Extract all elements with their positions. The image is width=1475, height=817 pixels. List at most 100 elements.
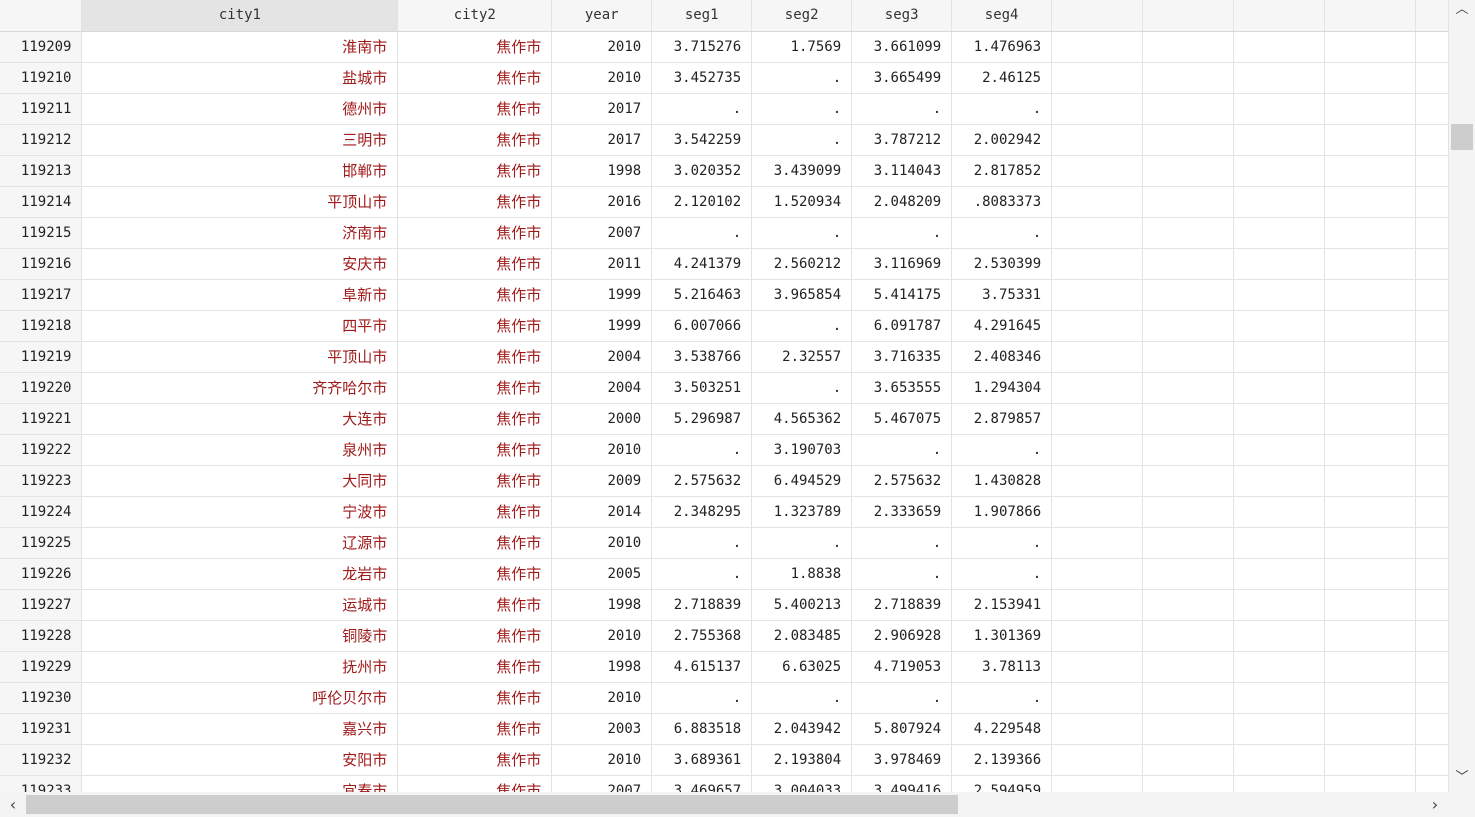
cell-empty[interactable] [1415, 341, 1449, 373]
cell-seg2[interactable]: 2.193804 [751, 744, 853, 776]
cell-city1[interactable]: 运城市 [81, 589, 399, 621]
cell-empty[interactable] [1051, 31, 1144, 63]
cell-city2[interactable]: 焦作市 [397, 682, 553, 714]
row-number[interactable]: 119231 [0, 713, 83, 745]
cell-empty[interactable] [1233, 279, 1325, 311]
cell-seg4[interactable]: 4.229548 [951, 713, 1053, 745]
cell-empty[interactable] [1233, 372, 1325, 404]
cell-year[interactable]: 1998 [551, 651, 653, 683]
row-number[interactable]: 119209 [0, 31, 83, 63]
cell-seg1[interactable]: 3.538766 [651, 341, 753, 373]
cell-empty[interactable] [1415, 682, 1449, 714]
row-number[interactable]: 119218 [0, 310, 83, 342]
cell-city1[interactable]: 大连市 [81, 403, 399, 435]
cell-seg1[interactable]: 3.689361 [651, 744, 753, 776]
cell-empty[interactable] [1324, 341, 1416, 373]
cell-empty[interactable] [1415, 620, 1449, 652]
cell-seg3[interactable]: 4.719053 [851, 651, 953, 683]
cell-city1[interactable]: 齐齐哈尔市 [81, 372, 399, 404]
cell-city2[interactable]: 焦作市 [397, 465, 553, 497]
cell-seg2[interactable]: 6.494529 [751, 465, 853, 497]
cell-seg3[interactable]: 3.116969 [851, 248, 953, 280]
cell-empty[interactable] [1415, 124, 1449, 156]
cell-seg2[interactable]: 3.004033 [751, 775, 853, 792]
cell-city1[interactable]: 呼伦贝尔市 [81, 682, 399, 714]
cell-seg1[interactable]: 4.615137 [651, 651, 753, 683]
cell-year[interactable]: 2005 [551, 558, 653, 590]
cell-seg4[interactable]: 3.75331 [951, 279, 1053, 311]
cell-city1[interactable]: 三明市 [81, 124, 399, 156]
horizontal-scroll-thumb[interactable] [26, 795, 958, 814]
cell-year[interactable]: 2011 [551, 248, 653, 280]
cell-seg2[interactable]: 2.083485 [751, 620, 853, 652]
column-header-empty[interactable] [1415, 0, 1449, 32]
row-number[interactable]: 119219 [0, 341, 83, 373]
cell-seg1[interactable]: 3.542259 [651, 124, 753, 156]
cell-city1[interactable]: 宜春市 [81, 775, 399, 792]
cell-empty[interactable] [1233, 527, 1325, 559]
table-row[interactable]: 119215 济南市 焦作市 2007.... [0, 217, 1449, 249]
cell-seg1[interactable]: 2.755368 [651, 620, 753, 652]
cell-empty[interactable] [1233, 124, 1325, 156]
cell-seg2[interactable]: 3.965854 [751, 279, 853, 311]
cell-city1[interactable]: 平顶山市 [81, 341, 399, 373]
table-row[interactable]: 119231 嘉兴市 焦作市 2003 6.883518 2.043942 5.807924… [0, 713, 1449, 745]
cell-empty[interactable] [1142, 620, 1234, 652]
cell-empty[interactable] [1324, 558, 1416, 590]
cell-empty[interactable] [1051, 744, 1144, 776]
cell-empty[interactable] [1142, 372, 1234, 404]
cell-empty[interactable] [1415, 248, 1449, 280]
cell-seg4[interactable]: 3.78113 [951, 651, 1053, 683]
cell-seg3[interactable]: 3.661099 [851, 31, 953, 63]
cell-empty[interactable] [1324, 434, 1416, 466]
cell-empty[interactable] [1051, 62, 1144, 94]
cell-empty[interactable] [1142, 558, 1234, 590]
cell-seg3[interactable]: 2.575632 [851, 465, 953, 497]
cell-seg2[interactable]: 2.560212 [751, 248, 853, 280]
cell-empty[interactable] [1415, 155, 1449, 187]
cell-empty[interactable] [1415, 217, 1449, 249]
table-row[interactable]: 119224 宁波市 焦作市 2014 2.348295 1.323789 2.333659… [0, 496, 1449, 528]
cell-seg3[interactable]: . [851, 527, 953, 559]
cell-city1[interactable]: 铜陵市 [81, 620, 399, 652]
table-row[interactable]: 119232 安阳市 焦作市 2010 3.689361 2.193804 3.978469… [0, 744, 1449, 776]
cell-seg2[interactable]: 1.323789 [751, 496, 853, 528]
table-row[interactable]: 119209 淮南市 焦作市 2010 3.715276 1.7569 3.661099 1.… [0, 31, 1449, 63]
cell-empty[interactable] [1142, 217, 1234, 249]
cell-city2[interactable]: 焦作市 [397, 248, 553, 280]
chevron-up-icon[interactable]: ︿ [1449, 0, 1475, 20]
cell-empty[interactable] [1051, 341, 1144, 373]
cell-year[interactable]: 2004 [551, 372, 653, 404]
cell-seg4[interactable]: 2.530399 [951, 248, 1053, 280]
cell-seg1[interactable]: . [651, 93, 753, 125]
cell-year[interactable]: 1999 [551, 279, 653, 311]
cell-seg3[interactable]: 3.665499 [851, 62, 953, 94]
cell-empty[interactable] [1324, 651, 1416, 683]
cell-city2[interactable]: 焦作市 [397, 434, 553, 466]
cell-year[interactable]: 1998 [551, 155, 653, 187]
cell-seg3[interactable]: . [851, 93, 953, 125]
row-number[interactable]: 119216 [0, 248, 83, 280]
cell-year[interactable]: 2010 [551, 527, 653, 559]
cell-seg4[interactable]: 2.139366 [951, 744, 1053, 776]
chevron-left-icon[interactable]: ‹ [2, 792, 24, 817]
cell-empty[interactable] [1415, 775, 1449, 792]
cell-seg4[interactable]: . [951, 682, 1053, 714]
cell-empty[interactable] [1051, 279, 1144, 311]
cell-seg3[interactable]: . [851, 558, 953, 590]
cell-empty[interactable] [1233, 620, 1325, 652]
cell-empty[interactable] [1324, 527, 1416, 559]
cell-seg1[interactable]: 5.216463 [651, 279, 753, 311]
cell-city2[interactable]: 焦作市 [397, 124, 553, 156]
cell-empty[interactable] [1415, 465, 1449, 497]
cell-empty[interactable] [1324, 279, 1416, 311]
cell-empty[interactable] [1415, 558, 1449, 590]
cell-empty[interactable] [1415, 496, 1449, 528]
cell-seg4[interactable]: 2.817852 [951, 155, 1053, 187]
cell-empty[interactable] [1051, 775, 1144, 792]
cell-city2[interactable]: 焦作市 [397, 341, 553, 373]
cell-empty[interactable] [1233, 403, 1325, 435]
cell-empty[interactable] [1324, 589, 1416, 621]
row-number[interactable]: 119229 [0, 651, 83, 683]
row-number[interactable]: 119215 [0, 217, 83, 249]
